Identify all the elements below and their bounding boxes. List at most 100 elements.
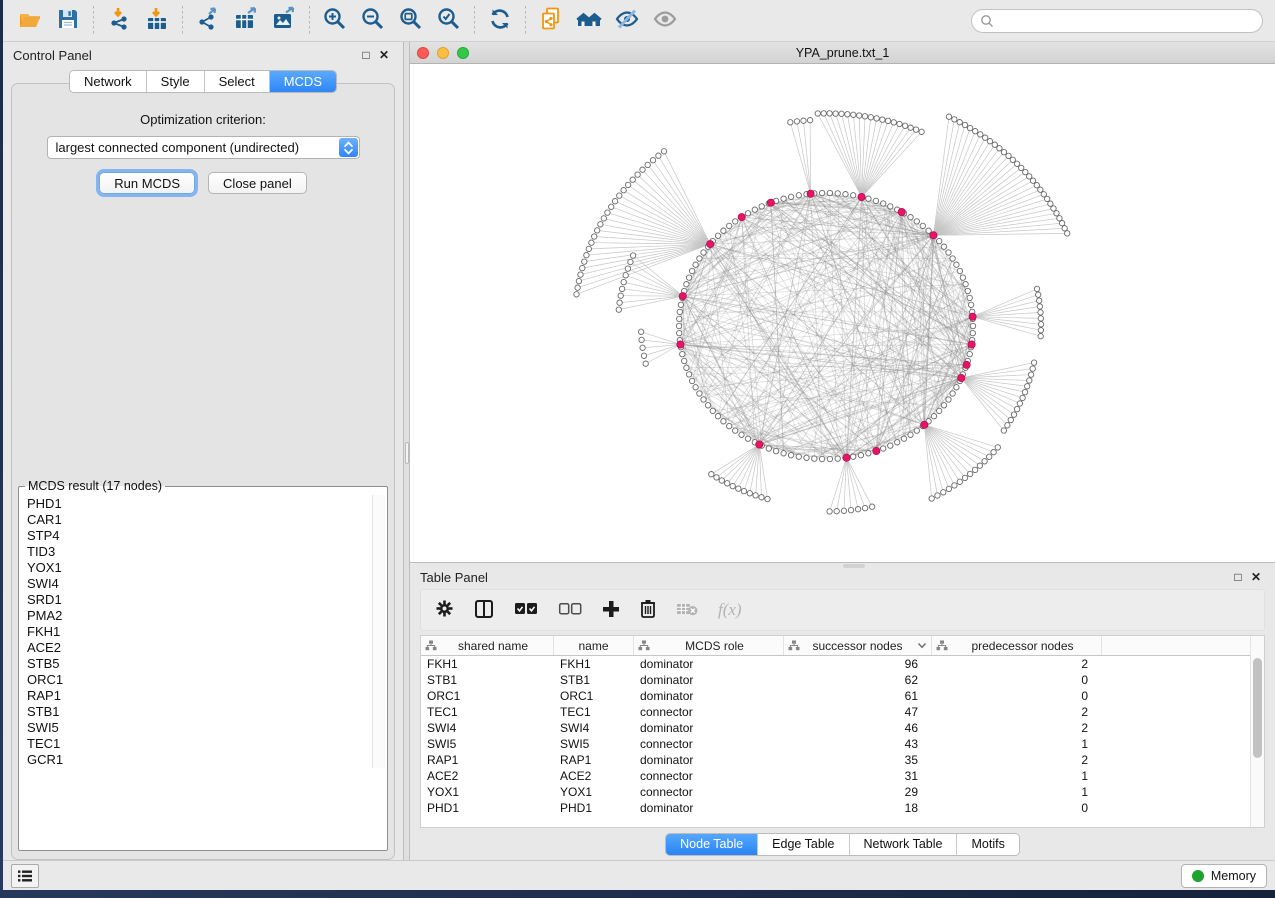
network-window-titlebar[interactable]: YPA_prune.txt_1 [410,42,1275,64]
tab-edge-table[interactable]: Edge Table [758,834,849,855]
tab-select[interactable]: Select [205,71,270,92]
import-table-button[interactable] [138,4,176,38]
import-network-button[interactable] [100,4,138,38]
cell-successor-nodes: 31 [784,769,932,783]
column-label: shared name [437,639,549,653]
tab-motifs[interactable]: Motifs [957,834,1018,855]
mcds-result-item[interactable]: PMA2 [27,608,385,624]
mcds-result-item[interactable]: GCR1 [27,752,385,768]
tab-node-table[interactable]: Node Table [666,834,758,855]
vertical-splitter[interactable] [403,42,410,860]
table-row[interactable]: STB1STB1dominator620 [421,672,1264,688]
toolbar-separator [182,6,183,36]
mcds-result-list[interactable]: PHD1CAR1STP4TID3YOX1SWI4SRD1PMA2FKH1ACE2… [21,495,385,768]
table-row[interactable]: RAP1RAP1dominator352 [421,752,1264,768]
deselect-all-columns-button[interactable] [558,602,582,619]
table-row[interactable]: ORC1ORC1dominator610 [421,688,1264,704]
horizontal-splitter-handle[interactable] [843,564,865,568]
table-row[interactable]: PHD1PHD1dominator180 [421,800,1264,816]
first-neighbors-button[interactable] [570,4,608,38]
close-panel-button[interactable]: Close panel [208,172,307,194]
network-window: YPA_prune.txt_1 [410,42,1275,563]
mcds-result-item[interactable]: SWI5 [27,720,385,736]
mcds-result-item[interactable]: CAR1 [27,512,385,528]
mcds-result-item[interactable]: FKH1 [27,624,385,640]
cell-predecessor-nodes: 2 [932,753,1102,767]
zoom-fit-button[interactable] [392,4,430,38]
export-network-button[interactable] [189,4,227,38]
column-header-predecessor-nodes[interactable]: predecessor nodes [932,636,1102,655]
mcds-result-item[interactable]: PHD1 [27,496,385,512]
search-input[interactable] [971,9,1263,33]
mcds-result-item[interactable]: TEC1 [27,736,385,752]
refresh-button[interactable] [481,4,519,38]
export-image-button[interactable] [265,4,303,38]
column-header-MCDS-role[interactable]: MCDS role [634,636,784,655]
cell-name: SWI5 [554,737,634,751]
close-table-panel-icon[interactable]: ✕ [1247,570,1265,584]
close-panel-icon[interactable]: ✕ [375,48,393,62]
cell-successor-nodes: 62 [784,673,932,687]
mcds-result-item[interactable]: STP4 [27,528,385,544]
zoom-selected-button[interactable] [430,4,468,38]
network-graph[interactable] [410,64,1275,562]
mcds-result-item[interactable]: SWI4 [27,576,385,592]
save-session-button[interactable] [49,4,87,38]
mcds-result-item[interactable]: TID3 [27,544,385,560]
add-column-button[interactable] [602,600,620,621]
float-panel-icon[interactable]: □ [357,48,375,62]
zoom-in-button[interactable] [316,4,354,38]
tab-network-table[interactable]: Network Table [850,834,958,855]
mcds-result-item[interactable]: ACE2 [27,640,385,656]
table-row[interactable]: ACE2ACE2connector311 [421,768,1264,784]
table-toolbar: f(x) [420,589,1265,631]
table-scrollbar[interactable] [1250,636,1264,827]
table-row[interactable]: SWI4SWI4dominator462 [421,720,1264,736]
cell-name: YOX1 [554,785,634,799]
cell-predecessor-nodes: 0 [932,801,1102,815]
run-mcds-button[interactable]: Run MCDS [99,172,195,194]
cell-successor-nodes: 43 [784,737,932,751]
select-all-columns-button[interactable] [514,602,538,619]
cell-MCDS-role: connector [634,785,784,799]
mcds-result-item[interactable]: SRD1 [27,592,385,608]
mcds-result-item[interactable]: RAP1 [27,688,385,704]
table-row[interactable]: SWI5SWI5connector431 [421,736,1264,752]
cell-predecessor-nodes: 0 [932,689,1102,703]
float-table-panel-icon[interactable]: □ [1229,570,1247,584]
column-header-name[interactable]: name [554,636,634,655]
table-row[interactable]: TEC1TEC1connector472 [421,704,1264,720]
column-manager-button[interactable] [474,599,494,622]
tab-network[interactable]: Network [70,71,147,92]
duplicate-network-button[interactable] [532,4,570,38]
show-all-button[interactable] [646,4,684,38]
tab-mcds[interactable]: MCDS [270,71,336,92]
splitter-handle[interactable] [405,442,409,464]
zoom-out-button[interactable] [354,4,392,38]
table-scrollbar-thumb[interactable] [1253,658,1262,758]
table-body: FKH1FKH1dominator962STB1STB1dominator620… [421,656,1264,816]
open-file-button[interactable] [11,4,49,38]
delete-column-button[interactable] [640,599,656,621]
memory-button[interactable]: Memory [1181,864,1267,888]
mcds-result-item[interactable]: STB5 [27,656,385,672]
table-row[interactable]: FKH1FKH1dominator962 [421,656,1264,672]
cell-shared-name: YOX1 [421,785,554,799]
column-header-successor-nodes[interactable]: successor nodes [784,636,932,655]
hide-selected-button[interactable] [608,4,646,38]
task-history-button[interactable] [11,864,39,888]
export-table-button[interactable] [227,4,265,38]
mcds-result-item[interactable]: YOX1 [27,560,385,576]
column-namespace-icon [638,640,650,651]
mcds-list-scrollbar[interactable] [372,495,385,768]
table-row[interactable]: YOX1YOX1connector291 [421,784,1264,800]
mcds-result-item[interactable]: STB1 [27,704,385,720]
cell-name: ACE2 [554,769,634,783]
column-header-shared-name[interactable]: shared name [421,636,554,655]
mcds-result-item[interactable]: ORC1 [27,672,385,688]
network-canvas[interactable] [410,64,1275,562]
tab-style[interactable]: Style [147,71,205,92]
settings-gear-button[interactable] [435,599,454,621]
save-session-icon [55,6,81,35]
optimization-criterion-dropdown[interactable]: largest connected component (undirected) [47,136,360,159]
